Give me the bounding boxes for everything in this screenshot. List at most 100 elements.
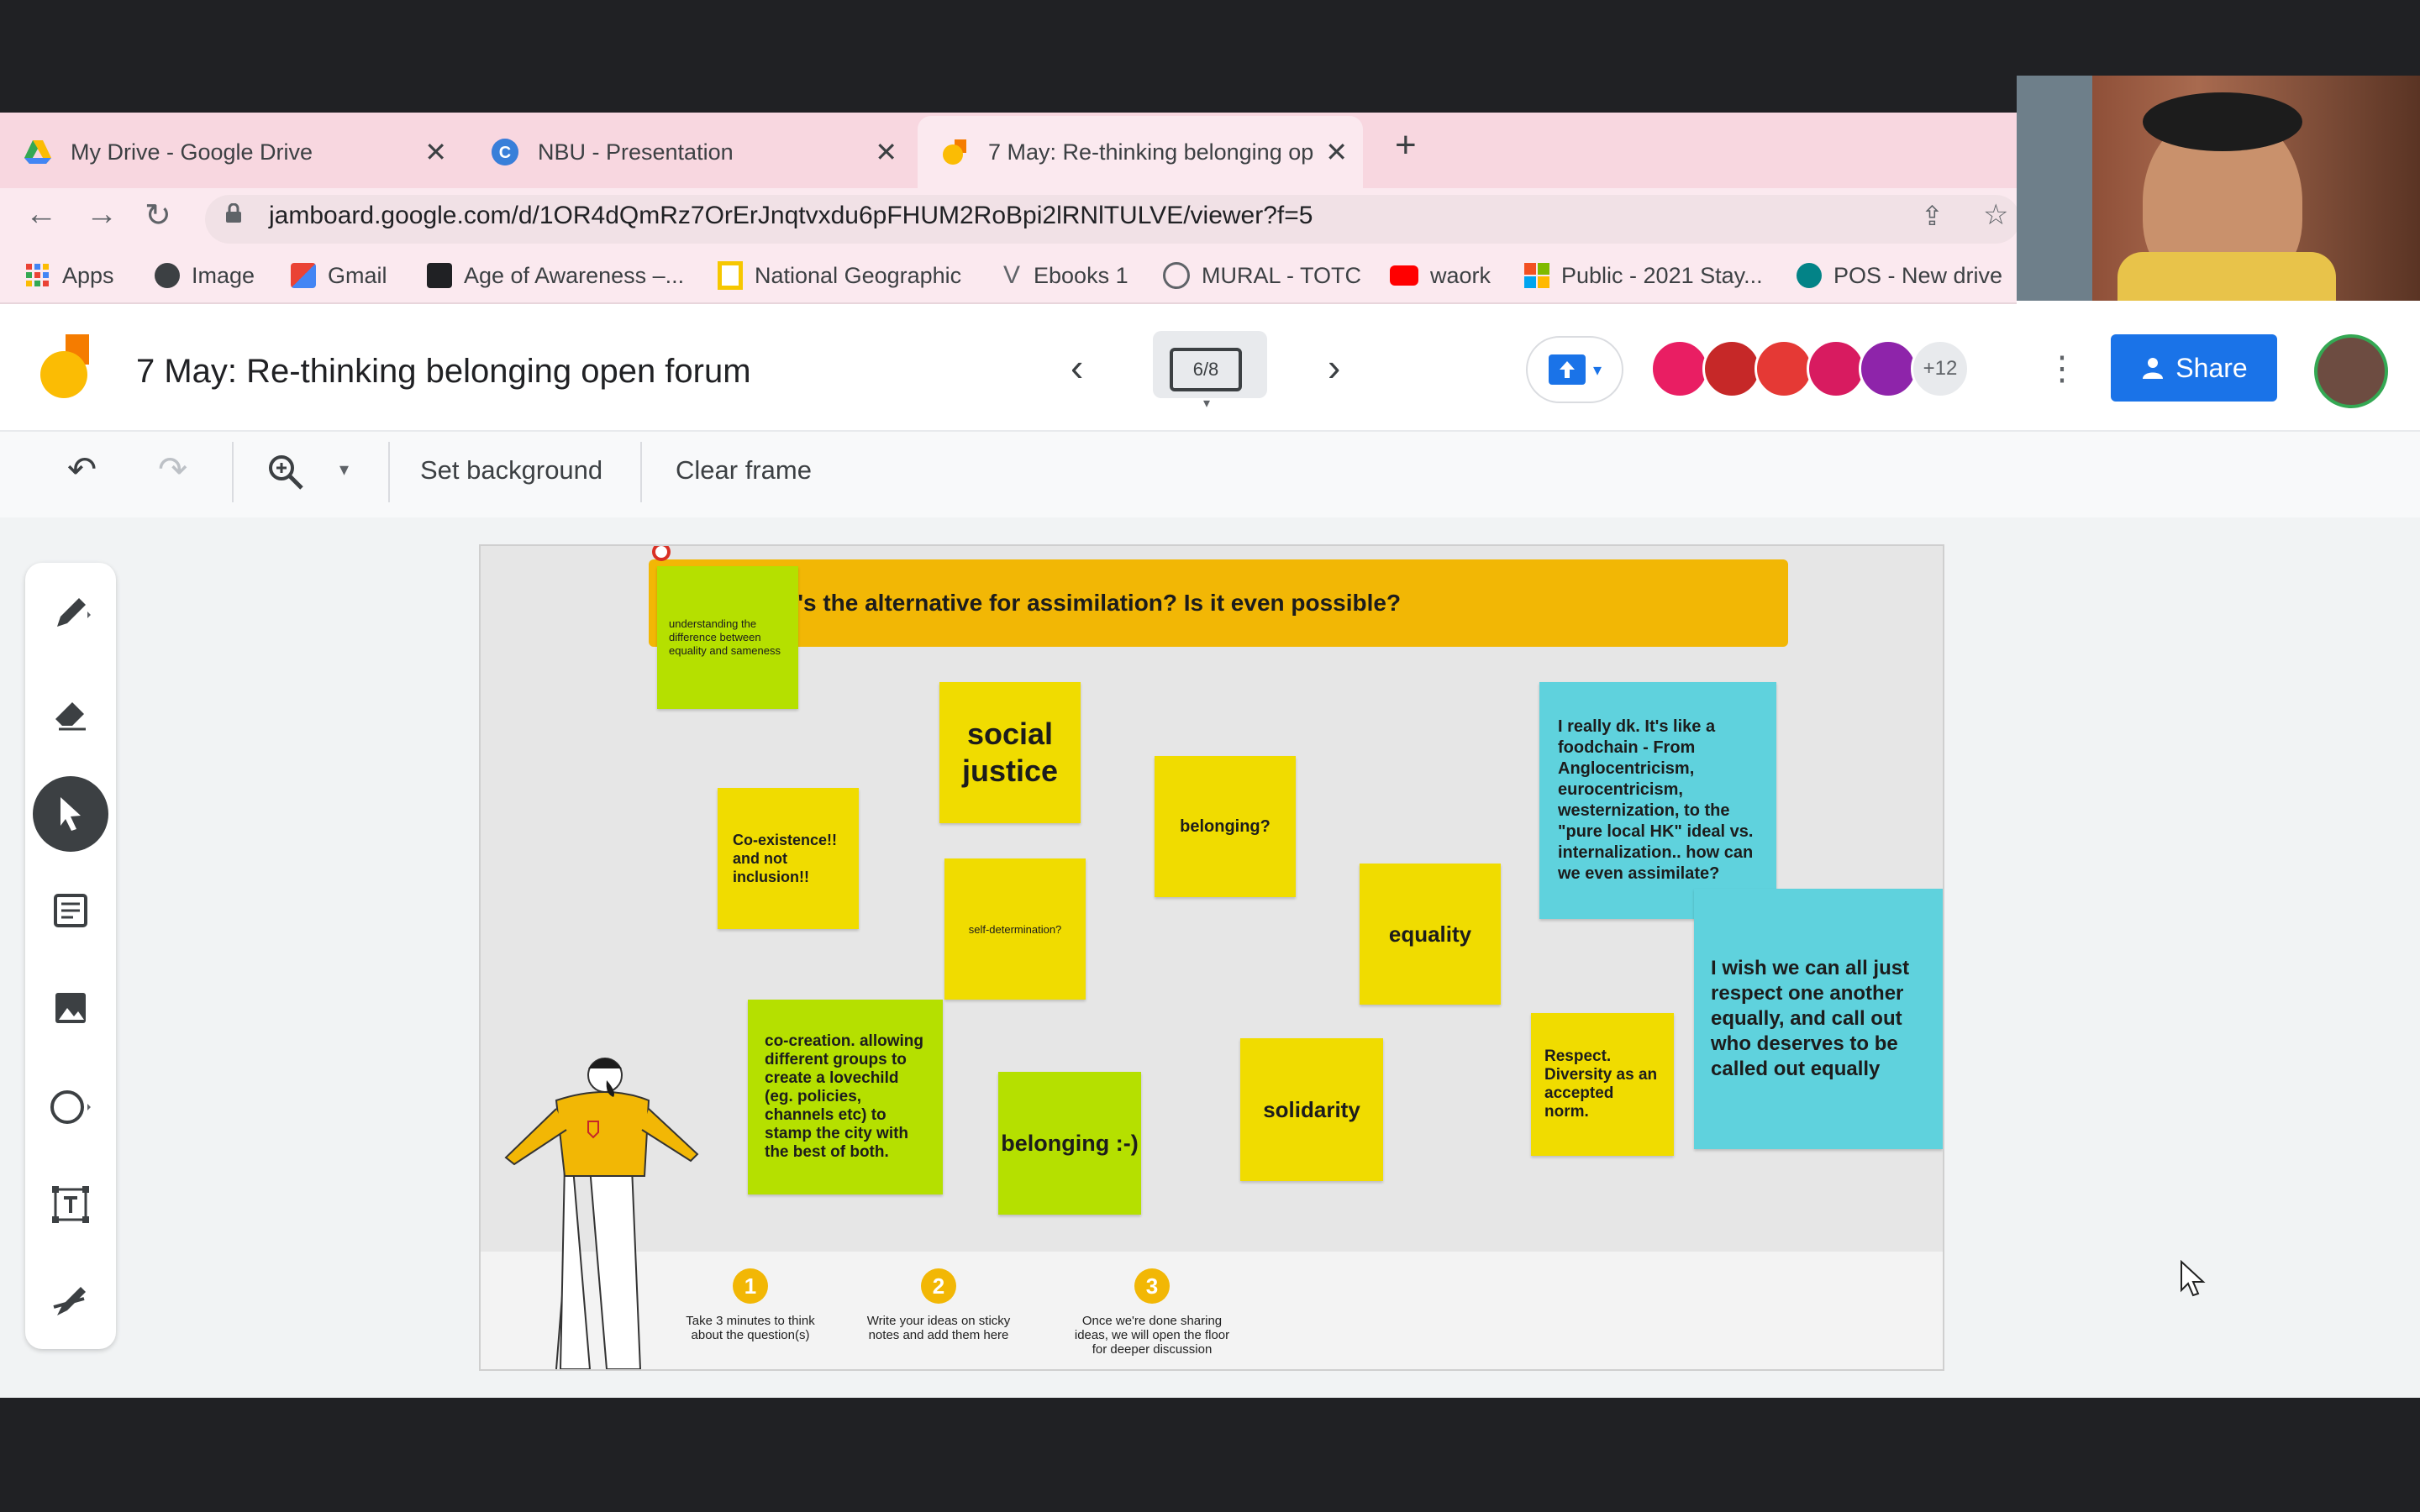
sharepoint-icon xyxy=(1797,263,1822,288)
mouse-cursor-icon xyxy=(2181,1260,2206,1297)
natgeo-icon xyxy=(718,261,743,290)
microsoft-icon xyxy=(1524,263,1549,288)
pen-tool-icon[interactable] xyxy=(37,580,104,647)
bookmark-apps[interactable]: Apps xyxy=(25,257,114,294)
clear-frame-button[interactable]: Clear frame xyxy=(676,455,812,486)
sticky-note[interactable]: co-creation. allowing different groups t… xyxy=(748,1000,943,1194)
next-frame-button[interactable]: › xyxy=(1328,344,1340,390)
collaborator-avatar[interactable] xyxy=(1807,339,1865,398)
sticky-note[interactable]: I wish we can all just respect one anoth… xyxy=(1694,889,1943,1149)
video-participant-tile[interactable] xyxy=(2017,76,2420,301)
bookmark-national-geographic[interactable]: National Geographic xyxy=(718,257,961,294)
globe-icon xyxy=(155,263,180,288)
laser-tool-icon[interactable] xyxy=(37,1268,104,1336)
undo-icon[interactable]: ↶ xyxy=(67,449,97,490)
zoom-dropdown-icon[interactable]: ▾ xyxy=(339,459,349,480)
youtube-icon xyxy=(1390,265,1418,286)
close-tab-icon[interactable]: ✕ xyxy=(875,136,897,168)
shape-tool-icon[interactable] xyxy=(37,1074,104,1141)
bookmark-public-2021[interactable]: Public - 2021 Stay... xyxy=(1524,257,1763,294)
account-avatar[interactable] xyxy=(2314,334,2388,408)
window-frame xyxy=(2017,76,2092,301)
present-icon xyxy=(1548,354,1586,385)
previous-frame-button[interactable]: ‹ xyxy=(1071,344,1083,390)
apps-grid-icon xyxy=(26,264,49,286)
bookmark-age-of-awareness[interactable]: Age of Awareness –... xyxy=(427,257,684,294)
new-tab-button[interactable]: + xyxy=(1395,124,1417,166)
redo-icon[interactable]: ↷ xyxy=(158,449,187,490)
sticky-note[interactable]: social justice xyxy=(939,682,1081,823)
participant-hair xyxy=(2143,92,2302,151)
sticky-note[interactable]: self-determination? xyxy=(944,858,1086,1000)
jam-canvas[interactable]: t's the alternative for assimilation? Is… xyxy=(479,544,1944,1371)
forward-button[interactable]: → xyxy=(86,197,118,233)
question-banner[interactable]: t's the alternative for assimilation? Is… xyxy=(649,559,1788,647)
more-collaborators-count[interactable]: +12 xyxy=(1911,339,1970,398)
sticky-note[interactable]: I really dk. It's like a foodchain - Fro… xyxy=(1539,682,1776,919)
collaborator-avatar[interactable] xyxy=(1702,339,1761,398)
present-button[interactable]: ▾ xyxy=(1526,336,1623,403)
bookmark-ebooks[interactable]: V Ebooks 1 xyxy=(1003,257,1128,294)
set-background-button[interactable]: Set background xyxy=(420,455,602,486)
close-tab-icon[interactable]: ✕ xyxy=(1325,136,1348,168)
collaborator-avatar[interactable] xyxy=(1754,339,1813,398)
bookmark-gmail[interactable]: Gmail xyxy=(291,257,387,294)
reload-button[interactable]: ↻ xyxy=(145,197,171,234)
participant-shirt xyxy=(2118,252,2336,301)
back-button[interactable]: ← xyxy=(25,197,57,233)
tab-title: 7 May: Re-thinking belonging op xyxy=(988,139,1314,165)
jamboard-toolbar xyxy=(0,432,2420,519)
gmail-icon xyxy=(291,263,316,288)
step-text: Write your ideas on sticky notes and add… xyxy=(866,1314,1011,1342)
select-tool-icon[interactable] xyxy=(33,776,108,852)
bookmark-star-icon[interactable]: ☆ xyxy=(1983,198,2008,232)
bottom-letterbox xyxy=(0,1398,2420,1512)
text-box-tool-icon[interactable] xyxy=(37,1171,104,1238)
step-number: 1 xyxy=(733,1268,768,1304)
sticky-note[interactable]: belonging? xyxy=(1155,756,1296,897)
toolbar-divider xyxy=(388,442,390,502)
pin-icon xyxy=(652,546,671,561)
jamboard-logo[interactable] xyxy=(40,333,94,403)
step-text: Once we're done sharing ideas, we will o… xyxy=(1074,1314,1230,1357)
toolbar-divider xyxy=(232,442,234,502)
frame-indicator: 6/8 xyxy=(1170,348,1242,391)
google-drive-icon xyxy=(24,140,51,164)
share-button[interactable]: Share xyxy=(2111,334,2277,402)
eraser-tool-icon[interactable] xyxy=(37,679,104,746)
tab-title: NBU - Presentation xyxy=(538,139,734,165)
close-tab-icon[interactable]: ✕ xyxy=(424,136,447,168)
bookmark-pos-new-drive[interactable]: POS - New drive xyxy=(1797,257,2002,294)
url-text[interactable]: jamboard.google.com/d/1OR4dQmRz7OrErJnqt… xyxy=(269,202,1313,230)
toolbar-divider xyxy=(640,442,642,502)
sticky-note[interactable]: solidarity xyxy=(1240,1038,1383,1181)
sticky-note-tool-icon[interactable] xyxy=(37,877,104,944)
sticky-note[interactable]: understanding the difference between equ… xyxy=(657,566,798,709)
lock-icon xyxy=(226,203,241,223)
v-icon: V xyxy=(1003,261,1021,289)
collaborator-avatar[interactable] xyxy=(1650,339,1709,398)
share-page-icon[interactable]: ⇪ xyxy=(1921,200,1944,232)
tab-title: My Drive - Google Drive xyxy=(71,139,313,165)
sticky-note[interactable]: equality xyxy=(1360,864,1501,1005)
sticky-note[interactable]: Co-existence!! and not inclusion!! xyxy=(718,788,859,929)
tab-google-drive[interactable]: My Drive - Google Drive ✕ xyxy=(0,116,462,188)
zoom-icon[interactable] xyxy=(267,454,304,491)
more-options-icon[interactable]: ⋮ xyxy=(2045,349,2079,388)
svg-text:C: C xyxy=(499,144,511,162)
image-tool-icon[interactable] xyxy=(37,974,104,1042)
mural-icon xyxy=(1163,262,1190,289)
sticky-note[interactable]: belonging :-) xyxy=(998,1072,1141,1215)
sticky-note[interactable]: Respect. Diversity as an accepted norm. xyxy=(1531,1013,1674,1156)
tab-jamboard[interactable]: 7 May: Re-thinking belonging op ✕ xyxy=(918,116,1363,188)
bookmark-waork[interactable]: waork xyxy=(1390,257,1491,294)
bookmark-image[interactable]: Image xyxy=(155,257,255,294)
medium-icon xyxy=(427,263,452,288)
document-title[interactable]: 7 May: Re-thinking belonging open forum xyxy=(136,353,751,391)
collaborator-avatar[interactable] xyxy=(1859,339,1918,398)
tab-nbu-presentation[interactable]: C NBU - Presentation ✕ xyxy=(467,116,913,188)
dropdown-caret-icon: ▾ xyxy=(1592,360,1602,380)
step-text: Take 3 minutes to think about the questi… xyxy=(686,1314,815,1342)
bookmark-mural[interactable]: MURAL - TOTC xyxy=(1163,257,1361,294)
step-number: 2 xyxy=(921,1268,956,1304)
